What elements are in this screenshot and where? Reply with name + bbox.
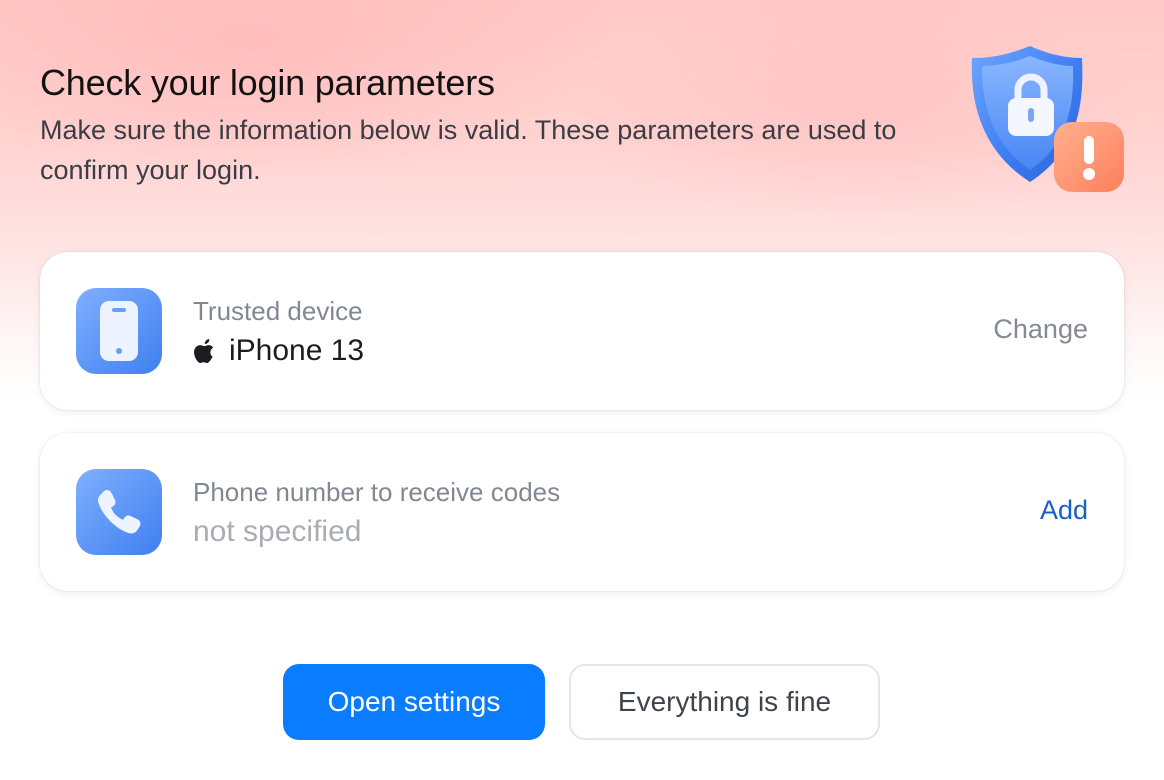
open-settings-button[interactable]: Open settings [283,664,545,740]
phone-number-card: Phone number to receive codes not specif… [40,433,1124,591]
shield-lock-warning-icon [971,46,1124,192]
login-parameters-dialog: Check your login parameters Make sure th… [0,0,1164,780]
phone-handset-icon [76,469,162,555]
dialog-title: Check your login parameters [40,62,495,103]
phone-number-value: not specified [193,515,362,548]
add-phone-link[interactable]: Add [1040,495,1088,526]
device-name: iPhone 13 [229,334,365,367]
smartphone-icon [76,288,162,374]
trusted-device-card: Trusted device iPhone 13 Change [40,252,1124,410]
trusted-device-value: iPhone 13 [193,334,364,368]
apple-logo-icon [194,339,214,363]
everything-is-fine-button[interactable]: Everything is fine [569,664,880,740]
trusted-device-label: Trusted device [193,296,363,326]
change-device-link[interactable]: Change [993,314,1088,345]
phone-number-label: Phone number to receive codes [193,477,561,507]
dialog-subtitle: Make sure the information below is valid… [40,115,897,185]
